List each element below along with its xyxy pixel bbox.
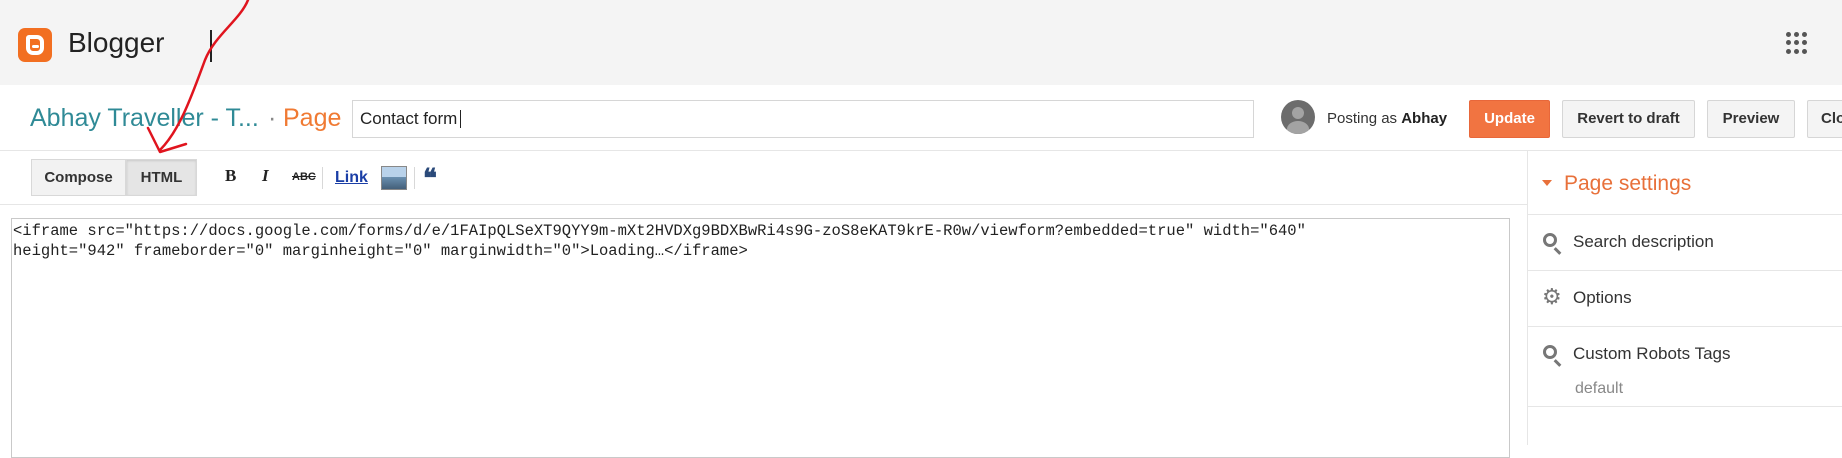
collapse-caret-icon[interactable] [1542, 180, 1552, 186]
author-name: Abhay [1401, 110, 1448, 127]
breadcrumb-separator: · [268, 104, 277, 132]
gear-icon: ⚙ [1542, 284, 1562, 309]
setting-label: Search description [1573, 232, 1714, 251]
close-button[interactable]: Clo [1807, 100, 1842, 138]
posting-as: Posting as Abhay [1327, 110, 1447, 127]
editor-header: Abhay Traveller - T... · Page Contact fo… [0, 85, 1842, 151]
toolbar-divider [322, 167, 323, 189]
page-title-value: Contact form [360, 109, 458, 128]
breadcrumb-page: Page [283, 104, 342, 132]
bold-icon[interactable]: B [225, 166, 236, 186]
insert-image-icon[interactable] [381, 166, 407, 190]
avatar[interactable] [1281, 100, 1315, 134]
update-button[interactable]: Update [1469, 100, 1550, 138]
text-caret [460, 110, 462, 128]
blog-title-link[interactable]: Abhay Traveller - T... [30, 104, 259, 133]
link-button[interactable]: Link [335, 169, 368, 187]
top-bar: Blogger [0, 0, 1842, 85]
setting-label: Options [1573, 288, 1632, 307]
page-settings-panel: Page settings Search description ⚙ Optio… [1527, 151, 1842, 445]
posting-prefix: Posting as [1327, 110, 1398, 127]
preview-button[interactable]: Preview [1707, 100, 1795, 138]
text-cursor-mark [210, 30, 212, 62]
html-editor-textarea[interactable]: <iframe src="https://docs.google.com/for… [11, 218, 1510, 458]
quote-icon[interactable]: ❝ [423, 164, 437, 194]
grid-dots-icon[interactable] [1786, 32, 1808, 54]
page-title-input[interactable]: Contact form [352, 100, 1254, 138]
search-icon [1543, 233, 1557, 247]
toolbar-divider [414, 167, 415, 189]
setting-custom-robots-tags[interactable]: Custom Robots Tags default [1528, 327, 1842, 407]
setting-search-description[interactable]: Search description [1528, 215, 1842, 271]
search-icon [1543, 345, 1557, 359]
page-settings-header[interactable]: Page settings [1528, 151, 1842, 215]
italic-icon[interactable]: I [262, 166, 269, 186]
revert-to-draft-button[interactable]: Revert to draft [1562, 100, 1695, 138]
setting-value: default [1575, 380, 1624, 397]
brand-name[interactable]: Blogger [68, 27, 165, 59]
setting-label: Custom Robots Tags [1573, 344, 1731, 363]
html-mode-button[interactable]: HTML [126, 159, 197, 196]
setting-options[interactable]: ⚙ Options [1528, 271, 1842, 327]
blogger-logo-icon[interactable] [18, 28, 52, 62]
editor-toolbar: Compose HTML B I ABC Link ❝ [0, 151, 1527, 205]
page-settings-title: Page settings [1564, 172, 1692, 195]
compose-mode-button[interactable]: Compose [31, 159, 126, 196]
strikethrough-icon[interactable]: ABC [292, 171, 316, 183]
